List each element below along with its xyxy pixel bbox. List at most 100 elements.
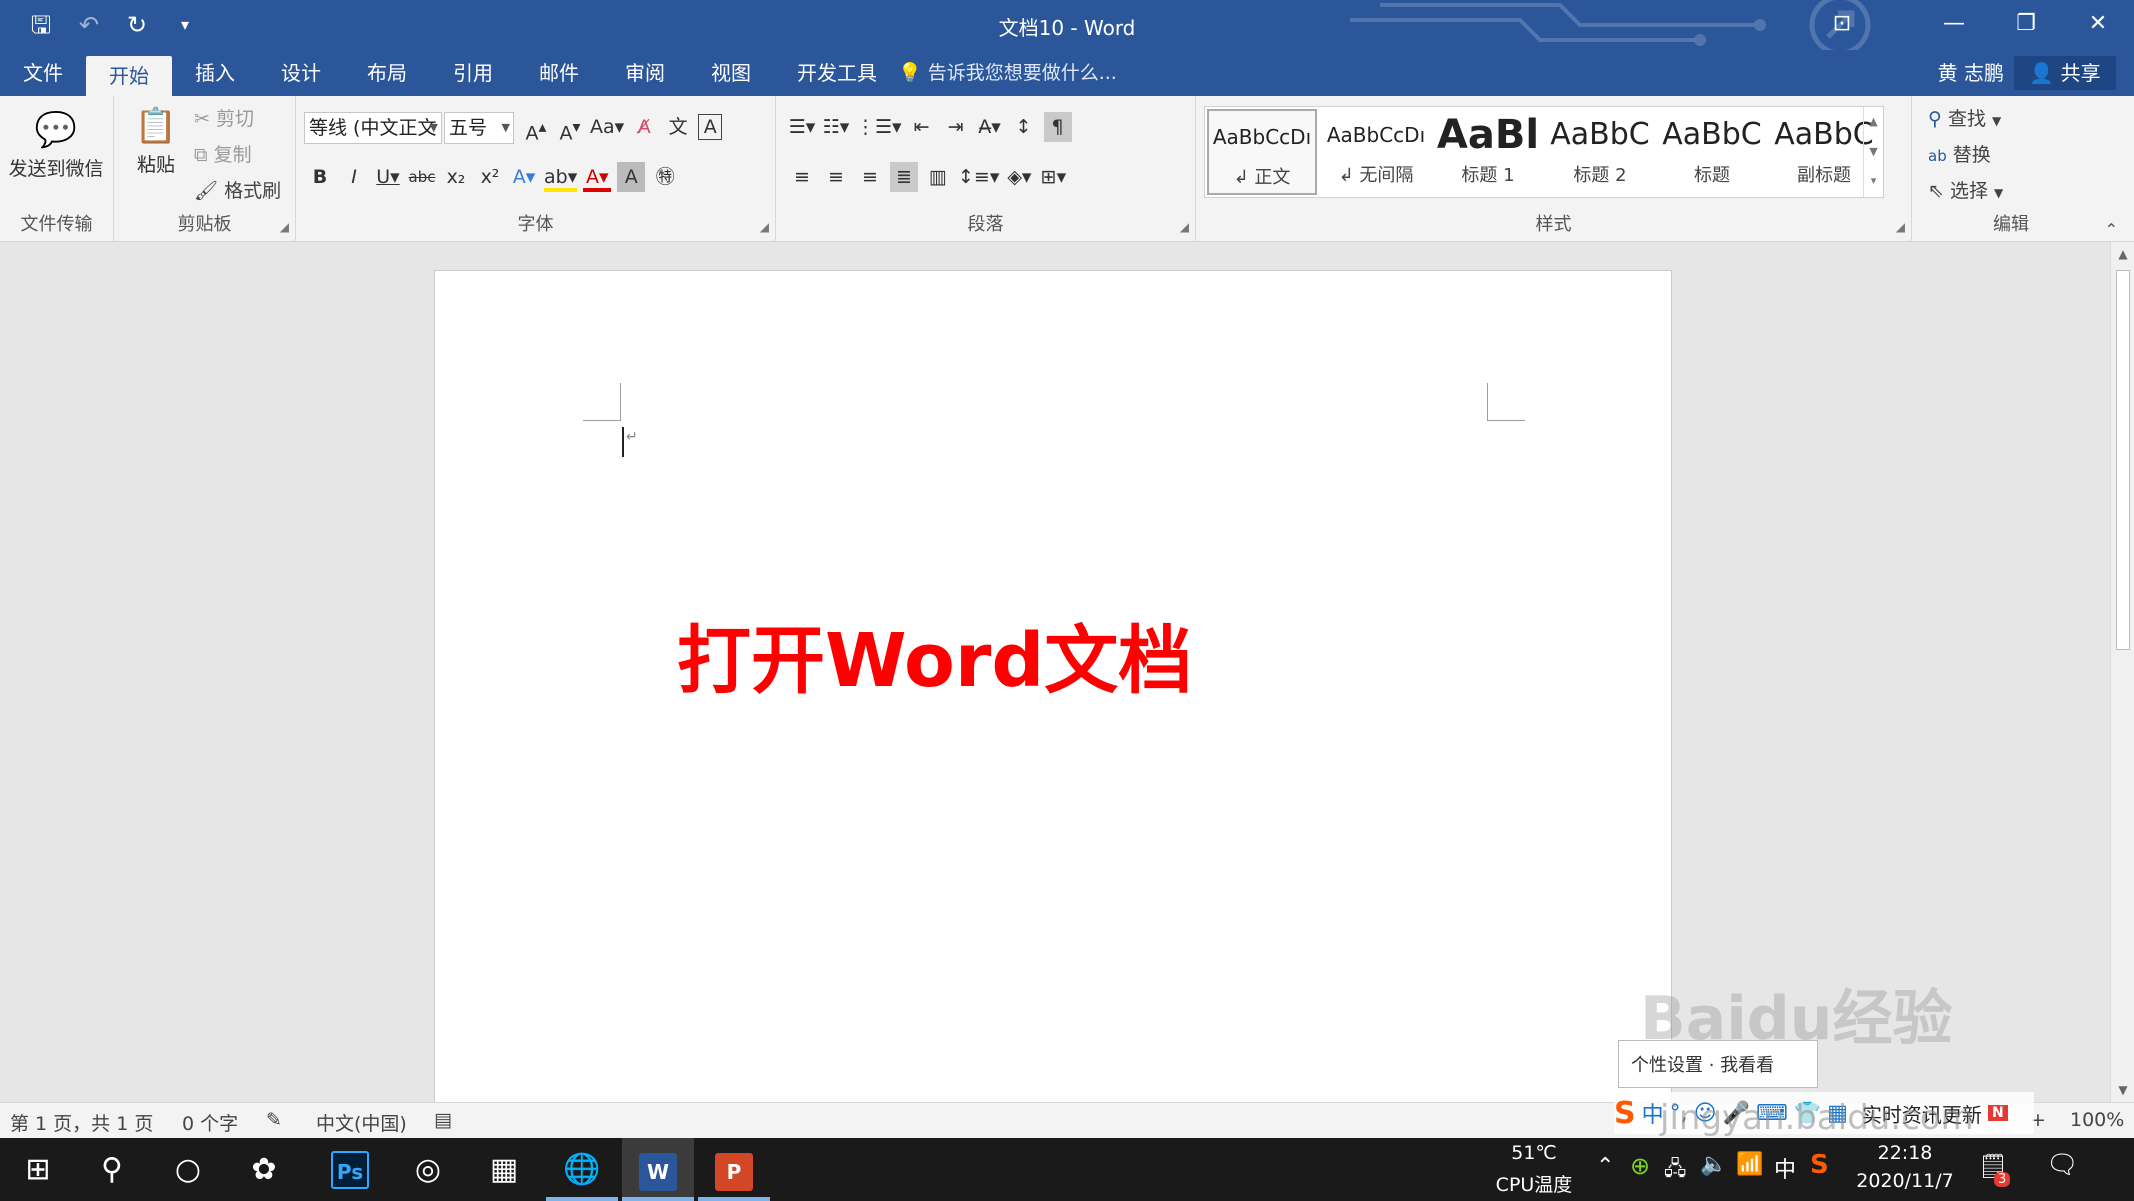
style-title[interactable]: AaBbC 标题 xyxy=(1657,109,1767,195)
tab-view[interactable]: 视图 xyxy=(688,50,774,96)
share-button[interactable]: 👤 共享 xyxy=(2014,56,2116,90)
network-status-icon[interactable]: 🖧 xyxy=(1664,1154,1686,1188)
style-normal[interactable]: AaBbCcDı ↲ 正文 xyxy=(1207,109,1317,195)
powerpoint-taskbar-button[interactable]: P xyxy=(698,1138,770,1201)
search-icon[interactable]: ⚲ xyxy=(76,1138,148,1201)
dialog-launcher-icon[interactable]: ◢ xyxy=(280,220,289,234)
tab-developer[interactable]: 开发工具 xyxy=(774,50,900,96)
vertical-scrollbar[interactable]: ▲ ▼ xyxy=(2110,242,2134,1102)
font-name-combo[interactable]: 等线 (中文正文 ▼ xyxy=(304,112,442,144)
windows-start-icon[interactable]: ⊞ xyxy=(2,1138,74,1201)
change-case-icon[interactable]: Aa▾ xyxy=(590,112,624,142)
font-color-icon[interactable]: A▾ xyxy=(583,162,612,192)
underline-icon[interactable]: U▾ xyxy=(374,162,402,192)
scroll-down-icon[interactable]: ▼ xyxy=(2111,1078,2134,1102)
numbering-icon[interactable]: ☷▾ xyxy=(822,112,850,142)
tab-home[interactable]: 开始 xyxy=(86,56,172,96)
phonetic-guide-icon[interactable]: 文 xyxy=(664,112,692,142)
shrink-font-icon[interactable]: A▾ xyxy=(556,112,584,144)
tray-app-icon[interactable]: ⊕ xyxy=(1630,1152,1650,1180)
calculator-icon[interactable]: ▦ xyxy=(468,1138,540,1201)
word-count[interactable]: 0 个字 xyxy=(182,1109,238,1136)
scrollbar-thumb[interactable] xyxy=(2116,270,2130,650)
text-effects-icon[interactable]: A▾ xyxy=(510,162,538,192)
style-no-spacing[interactable]: AaBbCcDı ↲ 无间隔 xyxy=(1321,109,1431,195)
cut-button[interactable]: ✂ 剪切 xyxy=(194,104,254,131)
sogou-tray-icon[interactable]: S xyxy=(1810,1150,1829,1180)
asian-layout-icon[interactable]: A̶▾ xyxy=(976,112,1004,142)
tab-review[interactable]: 审阅 xyxy=(602,50,688,96)
tell-me-box[interactable]: 💡 告诉我您想要做什么... xyxy=(898,50,1117,96)
character-border-icon[interactable]: A xyxy=(698,114,723,140)
tab-design[interactable]: 设计 xyxy=(258,50,344,96)
superscript-icon[interactable]: x² xyxy=(476,162,504,192)
format-painter-button[interactable]: 🖌 格式刷 xyxy=(194,176,281,203)
replace-button[interactable]: ab 替换 xyxy=(1928,140,1991,167)
fan-app-icon[interactable]: ✿ xyxy=(228,1138,300,1201)
proofing-icon[interactable]: ✎ xyxy=(266,1109,282,1131)
character-shading-icon[interactable]: A xyxy=(617,162,646,192)
volume-icon[interactable]: 🔈 xyxy=(1700,1152,1727,1177)
scroll-up-icon[interactable]: ▲ xyxy=(2111,242,2134,266)
cpu-temperature[interactable]: 51℃ xyxy=(1494,1142,1574,1164)
decrease-indent-icon[interactable]: ⇤ xyxy=(908,112,936,142)
netease-music-icon[interactable]: ◎ xyxy=(392,1138,464,1201)
page-count[interactable]: 第 1 页，共 1 页 xyxy=(10,1109,153,1136)
enclose-characters-icon[interactable]: ㊕ xyxy=(651,162,679,192)
borders-icon[interactable]: ⊞▾ xyxy=(1039,162,1067,192)
find-button[interactable]: ⚲ 查找 ▼ xyxy=(1928,104,2001,131)
word-taskbar-button[interactable]: W xyxy=(622,1138,694,1201)
tab-mailings[interactable]: 邮件 xyxy=(516,50,602,96)
tab-references[interactable]: 引用 xyxy=(430,50,516,96)
highlight-color-icon[interactable]: ab▾ xyxy=(544,162,578,192)
tab-insert[interactable]: 插入 xyxy=(172,50,258,96)
shading-icon[interactable]: ◈▾ xyxy=(1005,162,1033,192)
bold-icon[interactable]: B xyxy=(306,162,334,192)
show-hide-marks-icon[interactable]: ¶ xyxy=(1043,112,1072,142)
sort-icon[interactable]: ↕ xyxy=(1010,112,1038,142)
chevron-down-icon[interactable]: ▼ xyxy=(1864,137,1883,167)
gallery-more-icon[interactable]: ▾ xyxy=(1864,167,1883,195)
browser-icon[interactable]: 🌐 xyxy=(546,1138,618,1201)
minimize-icon[interactable]: — xyxy=(1918,0,1990,50)
ime-skin-popup[interactable]: 个性设置 · 我看看 xyxy=(1618,1040,1818,1088)
subscript-icon[interactable]: x₂ xyxy=(442,162,470,192)
align-right-icon[interactable]: ≡ xyxy=(856,162,884,192)
action-center-icon[interactable]: 🗨 xyxy=(2046,1150,2079,1180)
send-to-wechat-button[interactable]: 💬 发送到微信 xyxy=(6,110,106,181)
paste-button[interactable]: 📋 粘贴 xyxy=(126,106,186,177)
chevron-up-icon[interactable]: ⌃ xyxy=(1596,1154,1614,1179)
copy-button[interactable]: ⧉ 复制 xyxy=(194,140,252,167)
bullets-icon[interactable]: ☰▾ xyxy=(788,112,816,142)
strikethrough-icon[interactable]: abc xyxy=(408,162,436,192)
clear-formatting-icon[interactable]: A̸ xyxy=(630,112,658,142)
clock-date[interactable]: 2020/11/7 xyxy=(1850,1170,1960,1192)
align-left-icon[interactable]: ≡ xyxy=(788,162,816,192)
grow-font-icon[interactable]: A▴ xyxy=(522,112,550,144)
distributed-icon[interactable]: ▥ xyxy=(924,162,952,192)
zoom-level[interactable]: 100% xyxy=(2070,1109,2124,1131)
wifi-icon[interactable]: 📶 xyxy=(1736,1152,1763,1177)
collapse-ribbon-icon[interactable]: ⌃ xyxy=(2105,220,2118,239)
dialog-launcher-icon[interactable]: ◢ xyxy=(760,220,769,234)
style-heading-1[interactable]: AaBl 标题 1 xyxy=(1433,109,1543,195)
select-button[interactable]: ⇖ 选择 ▼ xyxy=(1928,176,2003,203)
document-page[interactable]: ↵ 打开Word文档 xyxy=(434,270,1672,1170)
photoshop-taskbar-button[interactable]: Ps xyxy=(314,1138,386,1201)
cortana-icon[interactable]: ○ xyxy=(152,1138,224,1201)
chevron-up-icon[interactable]: ▲ xyxy=(1864,107,1883,137)
increase-indent-icon[interactable]: ⇥ xyxy=(942,112,970,142)
language-indicator[interactable]: 中文(中国) xyxy=(316,1109,407,1136)
close-icon[interactable]: ✕ xyxy=(2062,0,2134,50)
macro-recorder-icon[interactable]: ▤ xyxy=(434,1109,452,1131)
multilevel-list-icon[interactable]: ⋮☰▾ xyxy=(856,112,902,142)
justify-icon[interactable]: ≣ xyxy=(890,162,918,192)
font-size-combo[interactable]: 五号 ▼ xyxy=(444,112,514,144)
clock-time[interactable]: 22:18 xyxy=(1850,1142,1960,1164)
user-name[interactable]: 黄 志鹏 xyxy=(1938,50,2004,96)
ribbon-display-options-icon[interactable]: ⊡ xyxy=(1806,0,1878,50)
style-heading-2[interactable]: AaBbC 标题 2 xyxy=(1545,109,1655,195)
styles-gallery-scroll[interactable]: ▲ ▼ ▾ xyxy=(1863,107,1883,197)
align-center-icon[interactable]: ≡ xyxy=(822,162,850,192)
line-spacing-icon[interactable]: ↕≡▾ xyxy=(958,162,999,192)
